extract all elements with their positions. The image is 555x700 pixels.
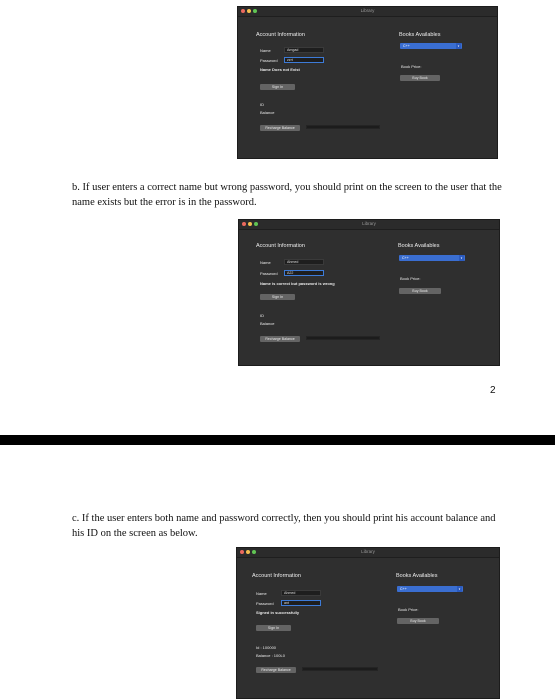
password-label: Password	[260, 271, 278, 276]
book-price-label: Book Price:	[401, 64, 422, 69]
page-break	[0, 435, 555, 445]
sign-in-button: Sign In	[260, 84, 295, 90]
account-information-heading: Account Information	[252, 573, 301, 579]
name-field: Ahmed	[284, 259, 324, 265]
id-label: ID	[260, 102, 264, 107]
login-status-message: Signed in successfully	[256, 610, 300, 615]
caption-c: c. If the user enters both name and pass…	[72, 513, 496, 539]
books-dropdown: C++ ▾	[399, 255, 465, 261]
account-information-heading: Account Information	[256, 32, 305, 38]
name-field: Ahmed	[281, 590, 321, 596]
books-available-heading: Books Availables	[399, 32, 441, 38]
password-field: zzrt	[284, 57, 324, 63]
name-field: Amgad	[284, 47, 324, 53]
recharge-amount-field	[306, 336, 380, 340]
buy-book-button: Buy Book	[400, 75, 440, 81]
password-label: Password	[260, 58, 278, 63]
app-window-screenshot: Library Account Information Name Ahmed P…	[238, 219, 500, 366]
book-price-label: Book Price:	[400, 276, 421, 281]
sign-in-button: Sign In	[260, 294, 295, 300]
recharge-amount-field	[302, 667, 378, 671]
buy-book-button: Buy Book	[399, 288, 441, 294]
balance-label: Balance	[260, 110, 275, 115]
recharge-balance-button: Recharge Balance	[256, 667, 296, 673]
login-status-message: Name Does not Exist	[260, 67, 300, 72]
login-status-message: Name is correct but password is wrong	[260, 281, 335, 286]
books-dropdown-value: C++	[402, 256, 409, 260]
window-titlebar: Library	[238, 7, 497, 17]
buy-book-button: Buy Book	[397, 618, 439, 624]
app-window-screenshot: Library Account Information Name Ahmed P…	[236, 547, 500, 699]
window-title: Library	[361, 549, 375, 554]
window-title: Library	[362, 221, 376, 226]
password-label: Password	[256, 601, 274, 606]
dropdown-arrow-icon: ▾	[459, 255, 464, 261]
dropdown-arrow-icon: ▾	[456, 43, 461, 49]
password-field: ant	[281, 600, 321, 606]
name-label: Name	[260, 260, 271, 265]
app-window-screenshot: Library Account Information Name Amgad P…	[237, 6, 498, 159]
books-dropdown: C++ ▾	[397, 586, 463, 592]
name-label: Name	[260, 48, 271, 53]
window-titlebar: Library	[239, 220, 499, 230]
password-field: A22	[284, 270, 324, 276]
recharge-amount-field	[306, 125, 380, 129]
balance-label: Balance	[260, 321, 275, 326]
books-dropdown: C++ ▾	[400, 43, 462, 49]
caption-b: b. If user enters a correct name but wro…	[72, 182, 502, 208]
name-label: Name	[256, 591, 267, 596]
page-number: 2	[490, 385, 496, 396]
books-dropdown-value: C++	[403, 44, 410, 48]
sign-in-button: Sign In	[256, 625, 291, 631]
window-title: Library	[360, 8, 375, 13]
books-available-heading: Books Availables	[396, 573, 438, 579]
id-label: ID	[260, 313, 264, 318]
account-information-heading: Account Information	[256, 243, 305, 249]
balance-label: Balance : 100L0	[256, 653, 285, 658]
window-titlebar: Library	[237, 548, 499, 558]
recharge-balance-button: Recharge Balance	[260, 125, 300, 131]
id-label: Id : 100000	[256, 645, 277, 650]
recharge-balance-button: Recharge Balance	[260, 336, 300, 342]
document-page-2: c. If the user enters both name and pass…	[0, 445, 555, 700]
books-available-heading: Books Availables	[398, 243, 440, 249]
dropdown-arrow-icon: ▾	[457, 586, 462, 592]
document-page-1: Library Account Information Name Amgad P…	[0, 0, 555, 435]
book-price-label: Book Price:	[398, 607, 419, 612]
books-dropdown-value: C++	[400, 587, 407, 591]
